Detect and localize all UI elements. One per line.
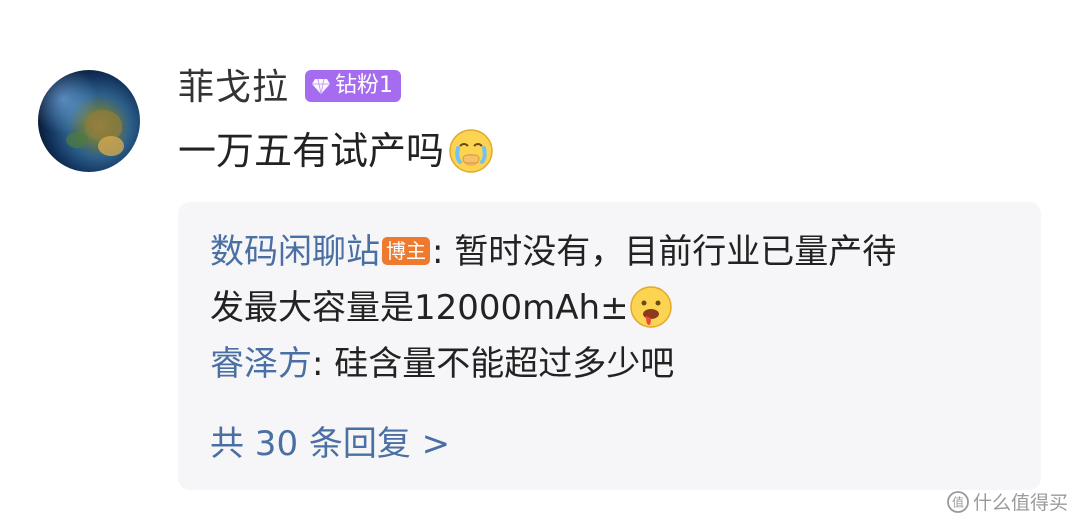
comment-username[interactable]: 菲戈拉 — [178, 66, 289, 110]
comment-text: 一万五有试产吗 — [178, 129, 445, 173]
replies-panel: 数码闲聊站 博主: 暂时没有，目前行业已量产待 发最大容量是12000mAh± 睿… — [178, 202, 1041, 490]
avatar-land — [98, 136, 124, 156]
reply-author[interactable]: 数码闲聊站 — [210, 232, 380, 272]
avatar-land — [86, 110, 122, 140]
watermark: 值 什么值得买 — [947, 488, 1068, 515]
reply-separator: : — [432, 232, 455, 272]
drooling-face-emoji-icon — [629, 285, 673, 329]
host-badge: 博主 — [382, 236, 430, 265]
badge-label: 钻粉1 — [335, 73, 393, 98]
view-more-replies-link[interactable]: 共 30 条回复 > — [210, 416, 450, 472]
reply-author[interactable]: 睿泽方 — [210, 344, 312, 384]
reply-separator: : — [312, 344, 335, 384]
diamond-icon — [311, 76, 331, 96]
user-avatar[interactable] — [38, 70, 140, 172]
reply-text: 暂时没有，目前行业已量产待 — [454, 232, 897, 272]
reply-item[interactable]: 数码闲聊站 博主: 暂时没有，目前行业已量产待 发最大容量是12000mAh± — [210, 224, 1001, 336]
watermark-text: 什么值得买 — [972, 492, 1068, 514]
comment-body: 一万五有试产吗 — [178, 126, 494, 176]
reply-text-cont: 发最大容量是12000mAh± — [210, 288, 629, 328]
fan-level-badge[interactable]: 钻粉1 — [305, 70, 401, 102]
reply-text: 硅含量不能超过多少吧 — [334, 344, 675, 384]
smzdm-logo-icon: 值 — [947, 490, 969, 513]
svg-text:值: 值 — [952, 494, 964, 509]
avatar-land — [66, 132, 88, 148]
crying-face-emoji-icon — [448, 128, 494, 174]
reply-item[interactable]: 睿泽方: 硅含量不能超过多少吧 — [210, 336, 1001, 392]
